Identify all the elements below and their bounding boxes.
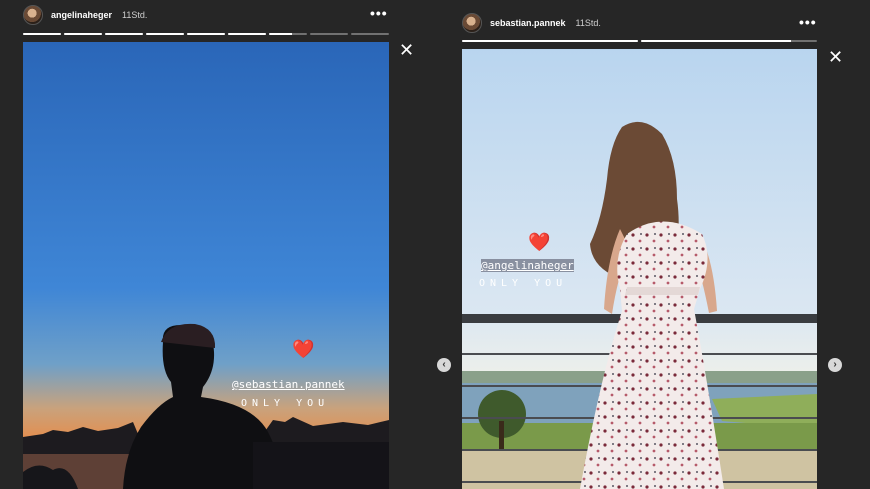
progress-segment xyxy=(187,33,225,35)
right-story-image[interactable]: ❤️ @angelinaheger ONLY YOU xyxy=(462,49,817,489)
mention-sticker[interactable]: @angelinaheger xyxy=(481,259,574,272)
more-options-icon[interactable]: ••• xyxy=(799,15,817,29)
more-options-icon[interactable]: ••• xyxy=(370,6,388,20)
story-username[interactable]: angelinaheger xyxy=(51,10,112,20)
progress-segment xyxy=(462,40,638,42)
progress-segment xyxy=(64,33,102,35)
progress-segment xyxy=(269,33,307,35)
progress-segment xyxy=(351,33,389,35)
story-timestamp: 11Std. xyxy=(122,10,148,20)
heart-sticker: ❤️ xyxy=(292,339,315,359)
previous-story-button[interactable]: ‹ xyxy=(437,358,451,372)
mention-sticker[interactable]: @sebastian.pannek xyxy=(232,378,345,391)
progress-segment xyxy=(146,33,184,35)
progress-segment xyxy=(310,33,348,35)
story-progress-bar xyxy=(462,40,817,42)
left-story-header: angelinaheger 11Std. xyxy=(23,5,147,25)
close-icon[interactable]: ✕ xyxy=(828,48,843,66)
story-progress-bar xyxy=(23,33,389,35)
left-story-image[interactable]: ❤️ @sebastian.pannek ONLY YOU xyxy=(23,42,389,489)
sunset-photo xyxy=(23,42,389,489)
story-timestamp: 11Std. xyxy=(575,18,601,28)
progress-segment xyxy=(23,33,61,35)
progress-segment xyxy=(105,33,143,35)
avatar[interactable] xyxy=(23,5,43,25)
story-caption: ONLY YOU xyxy=(479,278,568,289)
close-icon[interactable]: ✕ xyxy=(399,41,414,59)
next-story-button[interactable]: › xyxy=(828,358,842,372)
progress-segment xyxy=(641,40,817,42)
avatar[interactable] xyxy=(462,13,482,33)
story-caption: ONLY YOU xyxy=(241,398,330,409)
heart-sticker: ❤️ xyxy=(528,232,551,252)
progress-segment xyxy=(228,33,266,35)
story-username[interactable]: sebastian.pannek xyxy=(490,18,566,28)
right-story-header: sebastian.pannek 11Std. xyxy=(462,13,601,33)
